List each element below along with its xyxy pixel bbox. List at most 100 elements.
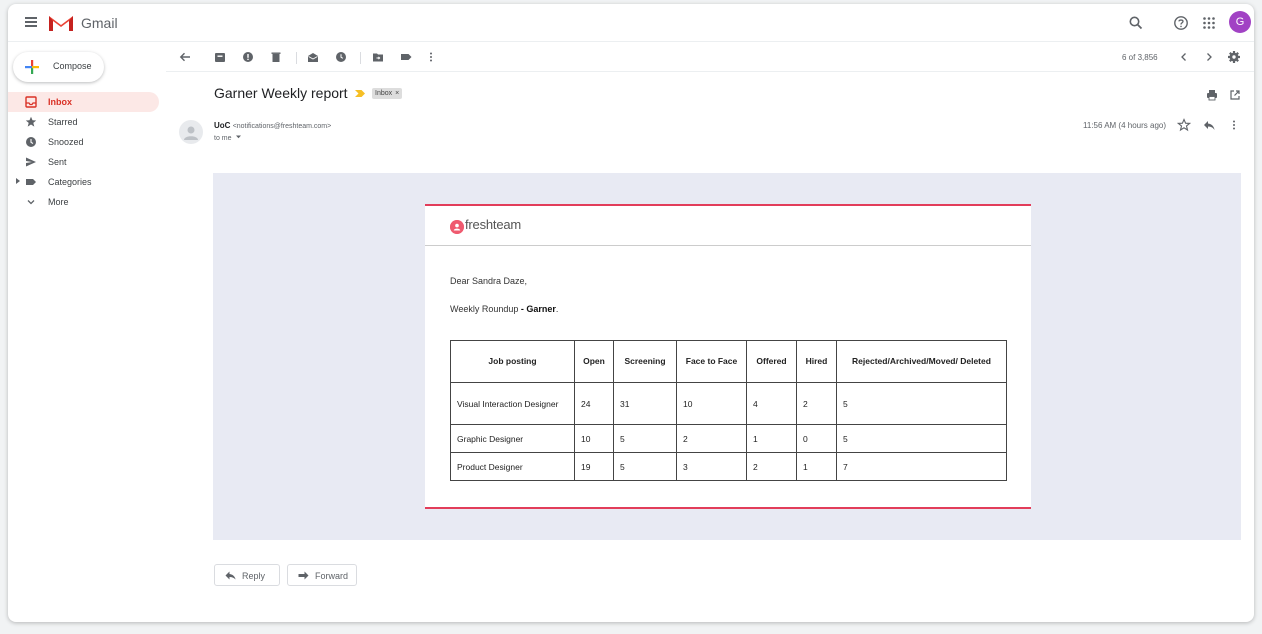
column-header: Face to Face	[676, 340, 747, 383]
sidebar-item-more[interactable]: More	[8, 192, 159, 212]
sidebar-item-starred[interactable]: Starred	[8, 112, 159, 132]
freshteam-logo-icon	[450, 220, 464, 234]
table-cell: 1	[796, 452, 837, 481]
inbox-icon	[25, 96, 37, 108]
table-cell: 2	[676, 424, 747, 453]
older-chevron-icon[interactable]	[1202, 50, 1216, 64]
account-avatar[interactable]: G	[1229, 11, 1251, 33]
table-cell: 1	[746, 424, 797, 453]
table-cell: 5	[836, 424, 1007, 453]
sidebar-item-label: Sent	[48, 157, 67, 167]
table-cell: 0	[796, 424, 837, 453]
sidebar-item-inbox[interactable]: Inbox	[8, 92, 159, 112]
table-cell: 24	[574, 382, 614, 425]
forward-button[interactable]: Forward	[287, 564, 357, 586]
inbox-label-chip[interactable]: Inbox ×	[372, 88, 403, 99]
clock-icon	[26, 137, 36, 147]
compose-button[interactable]: Compose	[13, 52, 104, 82]
table-cell: Visual Interaction Designer	[450, 382, 575, 425]
message-more-icon[interactable]	[1227, 118, 1241, 132]
label-as-icon[interactable]	[399, 50, 413, 64]
compose-label: Compose	[53, 61, 92, 71]
recipient-details-chevron-icon[interactable]	[235, 134, 242, 140]
compose-plus-icon	[25, 60, 39, 74]
freshteam-brand: freshteam	[465, 217, 522, 232]
table-cell: 10	[676, 382, 747, 425]
column-header: Hired	[796, 340, 837, 383]
sidebar-item-label: Categories	[48, 177, 92, 187]
table-cell: 2	[796, 382, 837, 425]
star-toggle-icon[interactable]	[1177, 118, 1191, 132]
apps-grid-icon[interactable]	[1200, 14, 1218, 32]
table-cell: Product Designer	[450, 452, 575, 481]
archive-icon[interactable]	[213, 50, 227, 64]
column-header: Job posting	[450, 340, 575, 383]
settings-gear-icon[interactable]	[1227, 50, 1241, 64]
sender-line: UoC <notifications@freshteam.com>	[214, 121, 331, 130]
roundup-prefix: Weekly Roundup	[450, 304, 519, 314]
help-icon[interactable]	[1172, 14, 1190, 32]
reply-icon	[225, 571, 236, 580]
table-row: Graphic Designer 10 5 2 1 0 5	[450, 424, 1007, 453]
forward-icon	[298, 571, 309, 580]
email-card-header: freshteam	[425, 206, 1031, 246]
expand-caret-icon[interactable]	[16, 178, 20, 184]
sender-avatar[interactable]	[179, 120, 203, 144]
sidebar-item-categories[interactable]: Categories	[8, 172, 159, 192]
star-icon	[25, 116, 37, 127]
sender-address: <notifications@freshteam.com>	[232, 123, 332, 130]
reply-label: Reply	[242, 571, 266, 581]
reply-button[interactable]: Reply	[214, 564, 280, 586]
remove-label-icon[interactable]: ×	[395, 90, 399, 97]
message-time: 11:56 AM (4 hours ago)	[1083, 121, 1167, 130]
sidebar-item-label: Snoozed	[48, 137, 84, 147]
brand-name: Gmail	[81, 15, 118, 31]
table-cell: 2	[746, 452, 797, 481]
print-icon[interactable]	[1205, 88, 1219, 102]
table-row: Visual Interaction Designer 24 31 10 4 2…	[450, 382, 1007, 425]
label-chip-text: Inbox	[375, 90, 393, 97]
open-new-window-icon[interactable]	[1228, 88, 1242, 102]
send-icon	[26, 157, 36, 167]
freshteam-email-card: freshteam Dear Sandra Daze, Weekly Round…	[425, 204, 1031, 509]
main-menu-icon[interactable]	[25, 17, 37, 27]
sender-name[interactable]: UoC	[214, 121, 230, 130]
snooze-icon[interactable]	[334, 50, 348, 64]
column-header: Screening	[613, 340, 677, 383]
newer-chevron-icon[interactable]	[1177, 50, 1191, 64]
sidebar-item-snoozed[interactable]: Snoozed	[8, 132, 159, 152]
recipient-line[interactable]: to me	[214, 134, 242, 142]
sidebar-item-sent[interactable]: Sent	[8, 152, 159, 172]
sidebar-item-label: Starred	[48, 117, 78, 127]
toolbar-divider	[360, 52, 361, 64]
table-cell: 5	[613, 424, 677, 453]
search-icon[interactable]	[1127, 14, 1145, 32]
importance-marker-icon[interactable]	[355, 90, 365, 97]
person-icon	[184, 126, 198, 140]
table-cell: 5	[836, 382, 1007, 425]
pagination-count: 6 of 3,856	[1122, 53, 1158, 62]
reply-arrow-icon[interactable]	[1202, 118, 1216, 132]
report-spam-icon[interactable]	[241, 50, 255, 64]
table-cell: 7	[836, 452, 1007, 481]
roundup-suffix: .	[555, 304, 559, 314]
recipient-text: to me	[214, 135, 232, 142]
email-subject: Garner Weekly report	[214, 85, 348, 101]
table-cell: 5	[613, 452, 677, 481]
table-cell: Graphic Designer	[450, 424, 575, 453]
mark-unread-icon[interactable]	[306, 50, 320, 64]
top-bar: Gmail G	[8, 4, 1254, 42]
more-options-icon[interactable]	[424, 50, 438, 64]
back-arrow-icon[interactable]	[178, 50, 192, 64]
gmail-logo-icon[interactable]	[48, 13, 74, 32]
column-header: Open	[574, 340, 614, 383]
delete-icon[interactable]	[269, 50, 283, 64]
column-header: Rejected/Archived/Moved/ Deleted	[836, 340, 1007, 383]
move-to-icon[interactable]	[371, 50, 385, 64]
table-row: Product Designer 19 5 3 2 1 7	[450, 452, 1007, 481]
column-header: Offered	[746, 340, 797, 383]
sidebar-item-label: More	[48, 197, 69, 207]
table-header-row: Job posting Open Screening Face to Face …	[450, 340, 1007, 383]
table-cell: 3	[676, 452, 747, 481]
table-cell: 10	[574, 424, 614, 453]
